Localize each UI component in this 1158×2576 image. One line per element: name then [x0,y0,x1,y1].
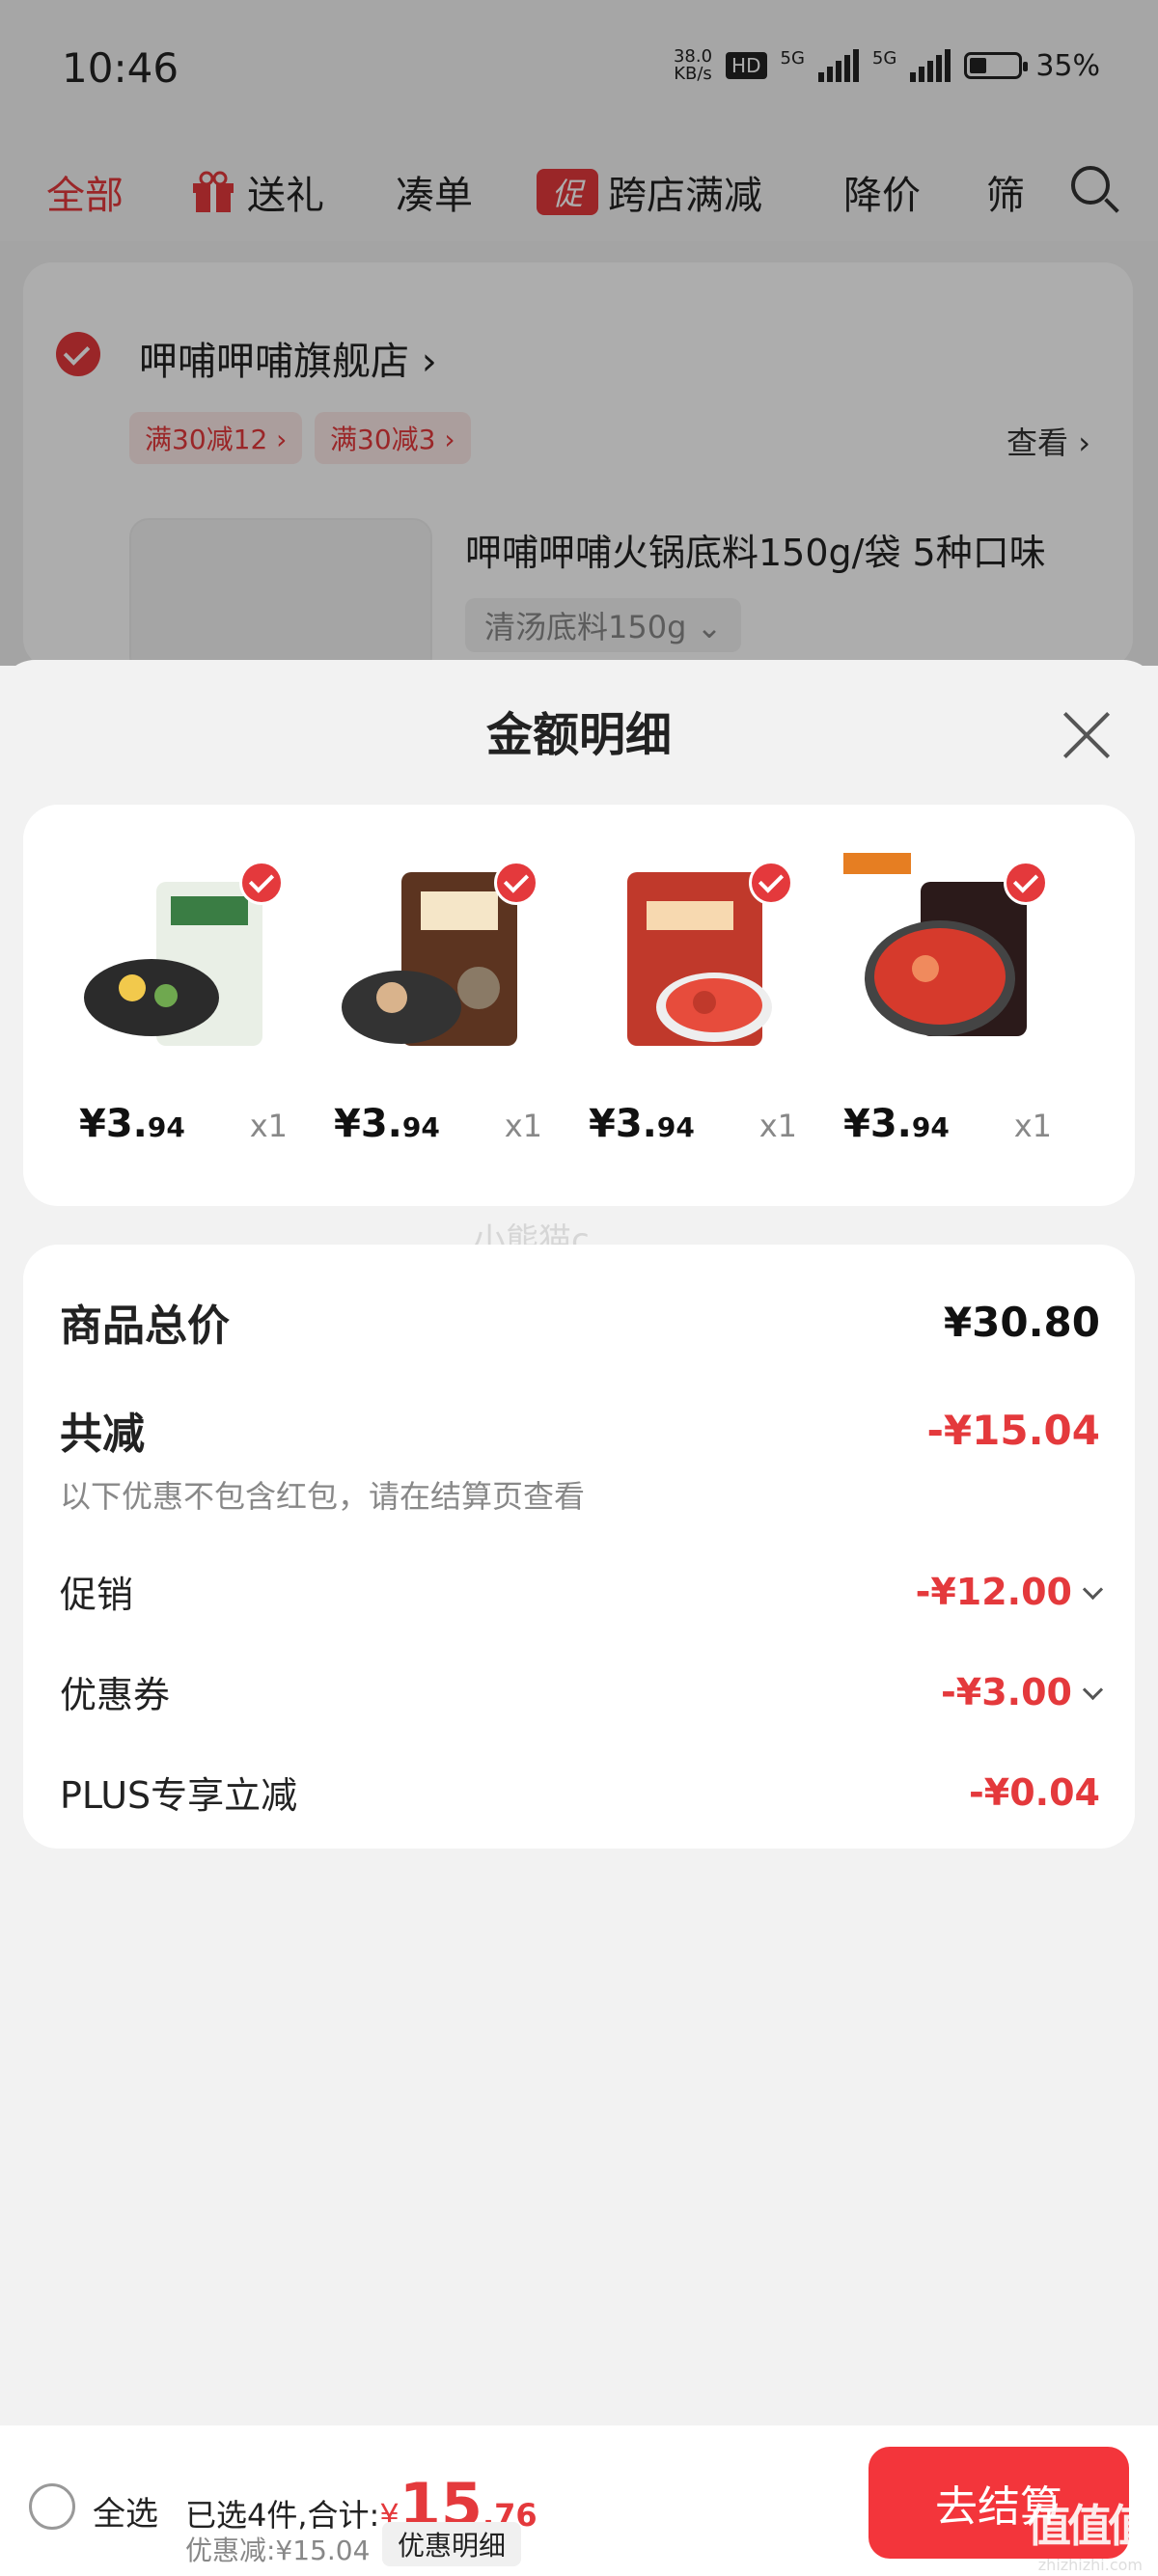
site-logo-url: zhizhizhi.com [1037,2556,1143,2574]
item-qty: x1 [249,1108,288,1144]
item-check-icon[interactable] [749,861,793,905]
saved-amount: 优惠减:¥15.04 [185,2535,371,2566]
item-card[interactable]: ¥3.94 x1 [579,853,801,1162]
discount-detail-button[interactable]: 优惠明细 [382,2522,522,2566]
reduction-row: 共减 -¥15.04 [60,1399,1100,1461]
summary-text: 已选4件,合计: [185,2497,380,2534]
item-qty: x1 [504,1108,542,1144]
reduction-value: -¥15.04 [926,1406,1100,1454]
promo-label: 促销 [60,1574,134,1616]
price-int: ¥3. [589,1102,657,1146]
price-dec: 94 [911,1111,950,1143]
item-card[interactable]: ¥3.94 x1 [69,853,291,1162]
modal-backdrop[interactable] [0,0,1158,666]
item-card[interactable]: ¥3.94 x1 [324,853,546,1162]
checkout-bar: 全选 已选4件,合计:¥15.76 优惠减:¥15.04 优惠明细 去结算 值值… [0,2425,1158,2576]
price-breakdown-card: 商品总价 ¥30.80 共减 -¥15.04 以下优惠不包含红包，请在结算页查看… [23,1245,1135,1849]
item-qty: x1 [758,1108,797,1144]
coupon-label: 优惠券 [60,1674,171,1716]
item-price: ¥3.94 [843,1102,950,1146]
item-check-icon[interactable] [239,861,284,905]
total-label: 商品总价 [60,1302,230,1351]
plus-label: PLUS专享立减 [60,1774,298,1817]
price-dec: 94 [401,1111,440,1143]
price-int: ¥3. [79,1102,148,1146]
site-logo: 值值值 [1027,2500,1152,2552]
discount-note: 以下优惠不包含红包，请在结算页查看 [60,1478,586,1515]
total-value: ¥30.80 [943,1298,1100,1346]
select-all-radio[interactable] [29,2483,75,2530]
amount-detail-sheet: 金额明细 ¥3.94 x1 ¥3.94 x1 ¥3.94 x1 ¥3.94 x1… [0,660,1158,2425]
item-price: ¥3.94 [334,1102,440,1146]
coupon-value: -¥3.00 [941,1670,1072,1713]
item-price: ¥3.94 [589,1102,695,1146]
item-check-icon[interactable] [1004,861,1048,905]
plus-row: PLUS专享立减 -¥0.04 [60,1766,1100,1819]
price-dec: 94 [147,1111,185,1143]
chevron-down-icon[interactable] [1082,1679,1104,1700]
reduction-label: 共减 [60,1410,145,1459]
promo-value: -¥12.00 [915,1570,1072,1613]
price-int: ¥3. [334,1102,402,1146]
promo-row[interactable]: 促销 -¥12.00 [60,1565,1104,1618]
price-dec: 94 [656,1111,695,1143]
select-all-label[interactable]: 全选 [93,2487,158,2535]
items-card: ¥3.94 x1 ¥3.94 x1 ¥3.94 x1 ¥3.94 x1 [23,805,1135,1206]
coupon-row[interactable]: 优惠券 -¥3.00 [60,1665,1104,1718]
plus-value: -¥0.04 [969,1770,1100,1814]
price-int: ¥3. [843,1102,912,1146]
sheet-title: 金额明细 [485,708,672,762]
item-qty: x1 [1013,1108,1052,1144]
item-card[interactable]: ¥3.94 x1 [834,853,1056,1162]
coupon-value-wrap: -¥3.00 [941,1670,1104,1713]
total-row: 商品总价 ¥30.80 [60,1291,1100,1353]
chevron-down-icon[interactable] [1082,1578,1104,1600]
item-price: ¥3.94 [79,1102,185,1146]
item-check-icon[interactable] [494,861,538,905]
promo-value-wrap: -¥12.00 [915,1570,1104,1613]
close-icon[interactable] [1062,710,1112,760]
